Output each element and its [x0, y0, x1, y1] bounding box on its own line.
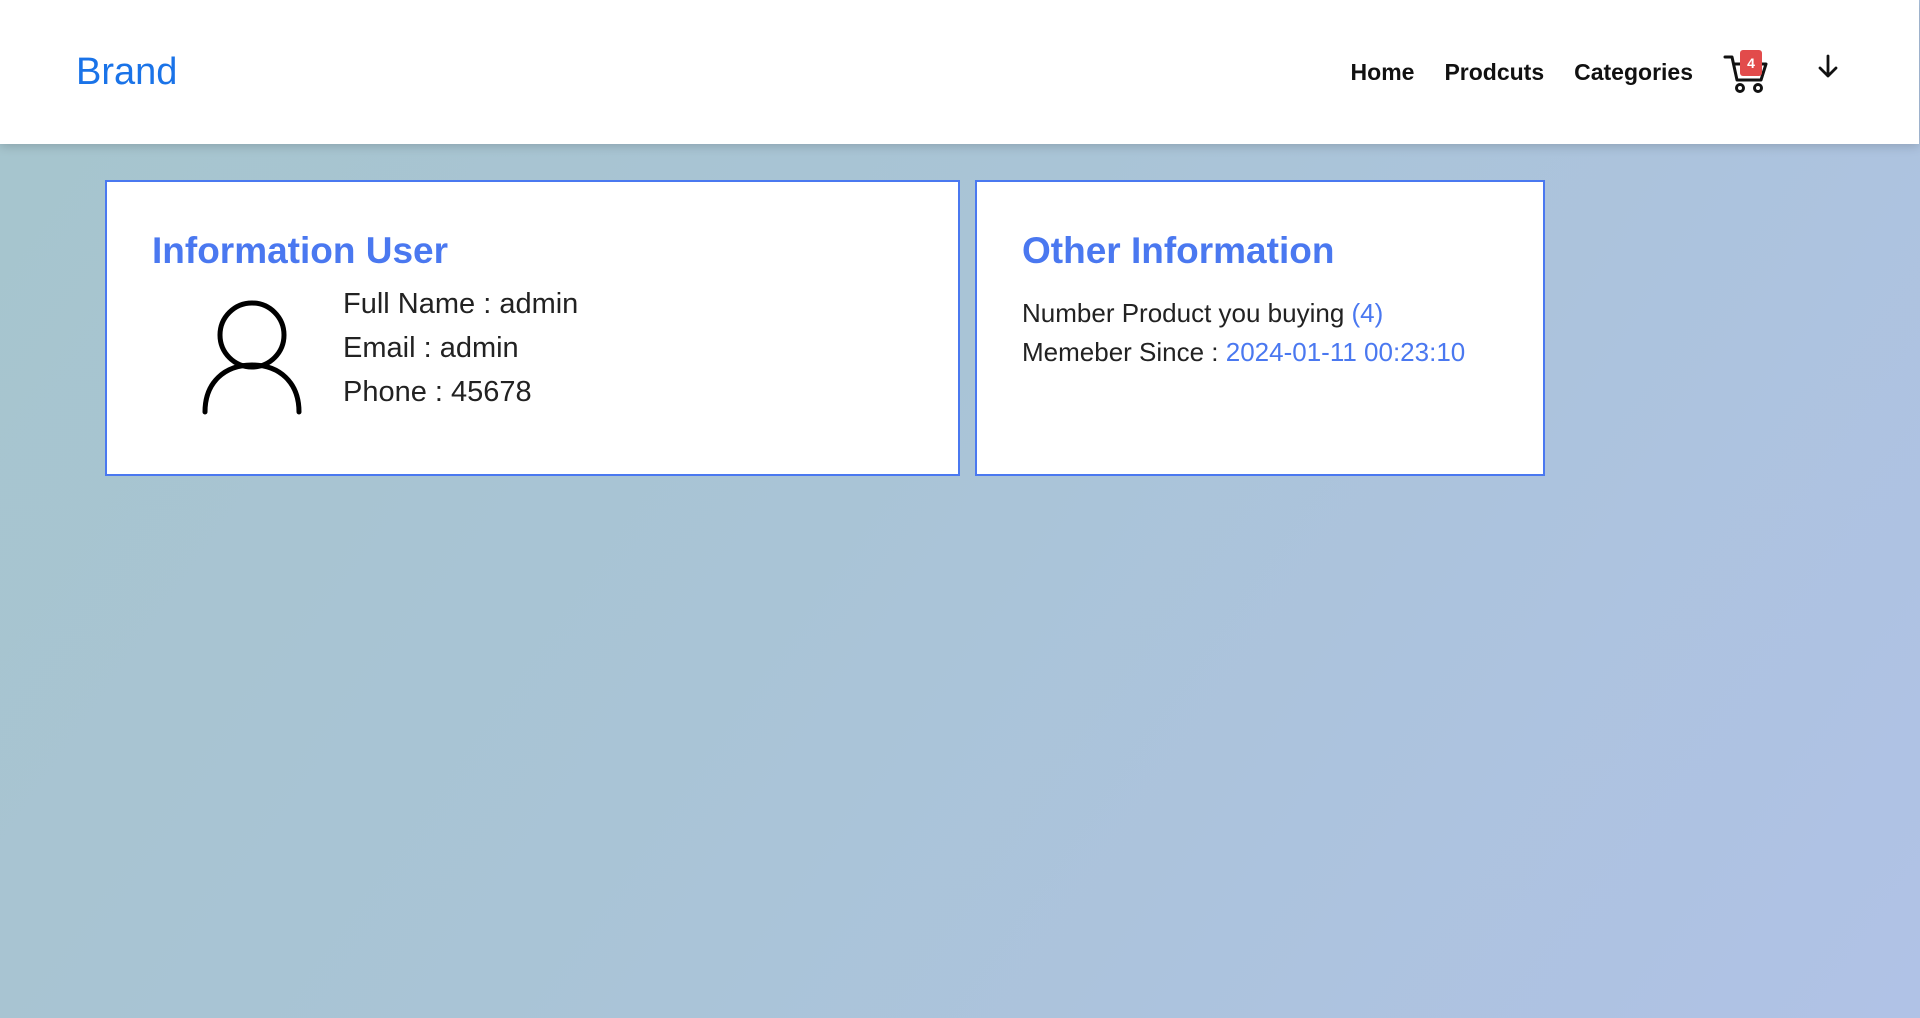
user-info-card: Information User Full Name : admin Email… [105, 180, 960, 476]
member-since-row: Memeber Since : 2024-01-11 00:23:10 [1022, 333, 1465, 372]
user-icon [202, 300, 302, 415]
email-label: Email : [343, 332, 440, 364]
products-count-label: Number Product you buying [1022, 298, 1352, 328]
member-since-label: Memeber Since : [1022, 337, 1226, 367]
products-count-value: (4) [1351, 298, 1384, 328]
cart-count-badge: 4 [1740, 50, 1762, 76]
other-info-card: Other Information Number Product you buy… [975, 180, 1545, 476]
phone-value: 45678 [451, 376, 532, 408]
full-name-row: Full Name : admin [343, 282, 578, 326]
full-name-value: admin [499, 288, 579, 320]
cart-button[interactable]: 4 [1723, 50, 1771, 94]
user-fields: Full Name : admin Email : admin Phone : … [343, 282, 578, 414]
nav-link-products[interactable]: Prodcuts [1444, 59, 1544, 86]
navbar: Brand Home Prodcuts Categories 4 [0, 0, 1919, 144]
nav-link-home[interactable]: Home [1351, 59, 1415, 86]
nav-links: Home Prodcuts Categories 4 [1321, 0, 1843, 144]
full-name-label: Full Name : [343, 288, 500, 320]
other-fields: Number Product you buying (4) Memeber Si… [1022, 294, 1465, 372]
user-info-title: Information User [152, 230, 449, 271]
nav-link-categories[interactable]: Categories [1574, 59, 1693, 86]
brand-logo[interactable]: Brand [76, 51, 177, 94]
member-since-value: 2024-01-11 00:23:10 [1225, 337, 1466, 367]
products-count-row: Number Product you buying (4) [1022, 294, 1465, 333]
phone-row: Phone : 45678 [343, 370, 578, 414]
phone-label: Phone : [343, 376, 452, 408]
email-row: Email : admin [343, 326, 578, 370]
email-value: admin [439, 332, 519, 364]
arrow-down-icon[interactable] [1813, 52, 1843, 82]
other-info-title: Other Information [1022, 230, 1335, 271]
